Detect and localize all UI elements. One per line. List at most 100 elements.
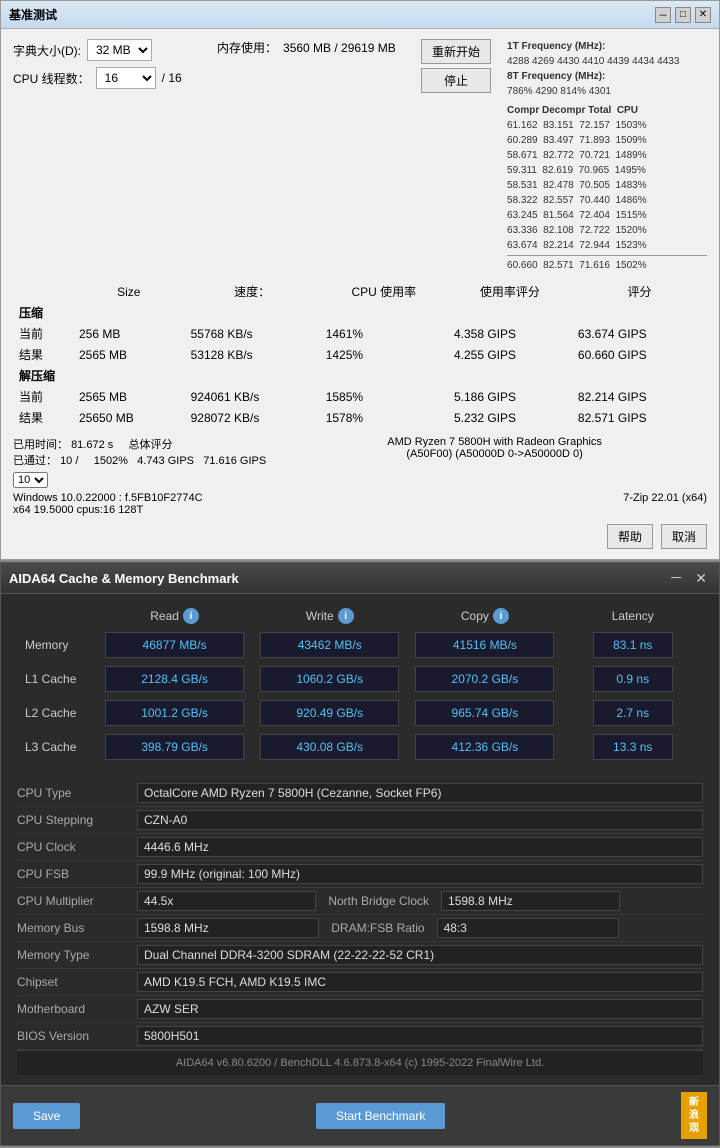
- col-read-header: Read i: [97, 604, 252, 628]
- help-button[interactable]: 帮助: [607, 524, 653, 549]
- total-score-label: 总体评分: [129, 439, 173, 451]
- row4: 59.311 82.619 70.965 1495%: [507, 163, 707, 178]
- bottom-info: 已用时间： 81.672 s 总体评分 已通过： 10 / 1502% 4.74…: [13, 436, 707, 488]
- row5: 58.531 82.478 70.505 1483%: [507, 178, 707, 193]
- cpu-clock-value: 4446.6 MHz: [137, 837, 703, 857]
- elapsed-value: 81.672 s: [71, 439, 113, 451]
- benchmark-table: Size 速度： CPU 使用率 使用率评分 评分 压缩 当前 256 MB 5…: [13, 281, 707, 428]
- bios-value: 5800H501: [137, 1026, 703, 1046]
- decompression-label: 解压缩: [13, 365, 707, 386]
- chipset-value: AMD K19.5 FCH, AMD K19.5 IMC: [137, 972, 703, 992]
- cell-cpu: 1425%: [320, 344, 448, 365]
- read-info-icon[interactable]: i: [183, 608, 199, 624]
- right-panel: 1T Frequency (MHz): 4288 4269 4430 4410 …: [507, 39, 707, 273]
- table-header: Compr Decompr Total CPU: [507, 103, 707, 118]
- l2-write: 920.49 GB/s: [260, 700, 399, 726]
- cpu-info: AMD Ryzen 7 5800H with Radeon Graphics: [282, 436, 707, 448]
- row9: 63.674 82.214 72.944 1523%: [507, 238, 707, 253]
- cpu-type-label: CPU Type: [17, 786, 137, 800]
- memory-read: 46877 MB/s: [105, 632, 244, 658]
- cell-rating: 4.255 GIPS: [448, 344, 572, 365]
- cpu-detail: x64 19.5000 cpus:16 128T: [13, 504, 203, 516]
- cpu-type-value: OctalCore AMD Ryzen 7 5800H (Cezanne, So…: [137, 783, 703, 803]
- cell-label: 结果: [13, 407, 73, 428]
- cell-cpu: 1585%: [320, 386, 448, 407]
- memory-type-value: Dual Channel DDR4-3200 SDRAM (22-22-22-5…: [137, 945, 703, 965]
- memory-type-label: Memory Type: [17, 948, 137, 962]
- freq-title: 1T Frequency (MHz):: [507, 39, 707, 54]
- freq8t-title: 8T Frequency (MHz):: [507, 69, 707, 84]
- aida-results-table: Read i Write i Copy i: [17, 604, 703, 764]
- cell-rating: 5.232 GIPS: [448, 407, 572, 428]
- read-label: Read: [150, 609, 179, 623]
- dict-size-select[interactable]: 32 MB: [87, 39, 152, 61]
- cpu-stepping-value: CZN-A0: [137, 810, 703, 830]
- dram-fsb-label: DRAM:FSB Ratio: [331, 921, 424, 935]
- cpu-mult-value: 44.5x: [137, 891, 316, 911]
- maximize-button[interactable]: □: [675, 7, 691, 23]
- cpu-fsb-row: CPU FSB 99.9 MHz (original: 100 MHz): [17, 861, 703, 888]
- cpu-type-row: CPU Type OctalCore AMD Ryzen 7 5800H (Ce…: [17, 780, 703, 807]
- close-button[interactable]: ✕: [695, 7, 711, 23]
- restart-button[interactable]: 重新开始: [421, 39, 491, 64]
- start-benchmark-button[interactable]: Start Benchmark: [316, 1103, 445, 1129]
- cpu-threads-select[interactable]: 16: [96, 67, 156, 89]
- table-row: 当前 256 MB 55768 KB/s 1461% 4.358 GIPS 63…: [13, 323, 707, 344]
- memory-label: Memory: [17, 628, 97, 662]
- memory-bus-row: Memory Bus 1598.8 MHz DRAM:FSB Ratio 48:…: [17, 915, 703, 942]
- chipset-row: Chipset AMD K19.5 FCH, AMD K19.5 IMC: [17, 969, 703, 996]
- cpu-mult-label: CPU Multiplier: [17, 894, 137, 908]
- l3-cache-row: L3 Cache 398.79 GB/s 430.08 GB/s 412.36 …: [17, 730, 703, 764]
- copy-label: Copy: [461, 609, 489, 623]
- copy-info-icon[interactable]: i: [493, 608, 509, 624]
- stop-button[interactable]: 停止: [421, 68, 491, 93]
- write-info-icon[interactable]: i: [338, 608, 354, 624]
- row3: 58.671 82.772 70.721 1489%: [507, 148, 707, 163]
- minimize-button[interactable]: －: [655, 7, 671, 23]
- os-info-row: Windows 10.0.22000 : f.5FB10F2774C x64 1…: [13, 492, 707, 516]
- total-gips: 71.616 GIPS: [203, 455, 266, 467]
- aida-minimize-button[interactable]: －: [665, 568, 687, 588]
- dict-size-row: 字典大小(D): 32 MB: [13, 39, 201, 61]
- results-dropdown[interactable]: 10: [13, 472, 48, 488]
- l3-read: 398.79 GB/s: [105, 734, 244, 760]
- table-row: 结果 25650 MB 928072 KB/s 1578% 5.232 GIPS…: [13, 407, 707, 428]
- write-label: Write: [306, 609, 334, 623]
- l2-label: L2 Cache: [17, 696, 97, 730]
- l3-write: 430.08 GB/s: [260, 734, 399, 760]
- gips-value: 4.743 GIPS: [137, 455, 194, 467]
- cpu-info-center: AMD Ryzen 7 5800H with Radeon Graphics (…: [282, 436, 707, 488]
- aida-window: AIDA64 Cache & Memory Benchmark － ✕ Read…: [0, 562, 720, 1146]
- memory-usage-label: 内存使用：: [217, 39, 277, 56]
- memory-row: Memory 46877 MB/s 43462 MB/s 41516 MB/s …: [17, 628, 703, 662]
- passed-row: 已通过： 10 / 1502% 4.743 GIPS 71.616 GIPS: [13, 452, 266, 468]
- memory-type-row: Memory Type Dual Channel DDR4-3200 SDRAM…: [17, 942, 703, 969]
- aida-close-button[interactable]: ✕: [691, 570, 711, 587]
- motherboard-label: Motherboard: [17, 1002, 137, 1016]
- cpu-info2: (A50F00) (A50000D 0->A50000D 0): [282, 448, 707, 460]
- elapsed-row: 已用时间： 81.672 s 总体评分: [13, 436, 266, 452]
- save-button[interactable]: Save: [13, 1103, 80, 1129]
- table-row: 结果 2565 MB 53128 KB/s 1425% 4.255 GIPS 6…: [13, 344, 707, 365]
- cell-label: 当前: [13, 323, 73, 344]
- cell-cpu: 1578%: [320, 407, 448, 428]
- cpu-stepping-row: CPU Stepping CZN-A0: [17, 807, 703, 834]
- zip-info: 7-Zip 22.01 (x64): [623, 492, 707, 516]
- cell-rating: 5.186 GIPS: [448, 386, 572, 407]
- cell-cpu: 1461%: [320, 323, 448, 344]
- cell-score: 60.660 GIPS: [572, 344, 707, 365]
- os-info: Windows 10.0.22000 : f.5FB10F2774C: [13, 492, 203, 504]
- cell-label: 当前: [13, 386, 73, 407]
- memory-write: 43462 MB/s: [260, 632, 399, 658]
- sysinfo-section: CPU Type OctalCore AMD Ryzen 7 5800H (Ce…: [17, 780, 703, 1050]
- col-write-header: Write i: [252, 604, 407, 628]
- cell-size: 256 MB: [73, 323, 185, 344]
- passed-value: 10 /: [60, 455, 78, 467]
- table-row: 当前 2565 MB 924061 KB/s 1585% 5.186 GIPS …: [13, 386, 707, 407]
- aida-title-bar: AIDA64 Cache & Memory Benchmark － ✕: [1, 563, 719, 594]
- motherboard-row: Motherboard AZW SER: [17, 996, 703, 1023]
- cell-score: 82.571 GIPS: [572, 407, 707, 428]
- cancel-button[interactable]: 取消: [661, 524, 707, 549]
- cell-speed: 53128 KB/s: [185, 344, 320, 365]
- cell-rating: 4.358 GIPS: [448, 323, 572, 344]
